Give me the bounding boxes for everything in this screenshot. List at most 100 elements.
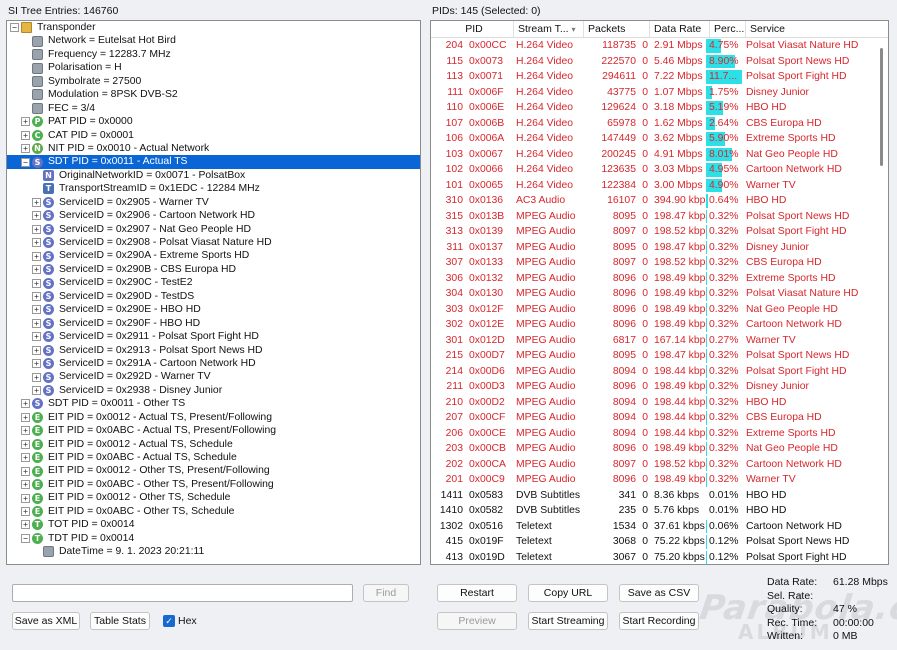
tree-node[interactable]: FEC = 3/4 xyxy=(7,102,420,115)
table-row[interactable]: 1302 0x0516 Teletext 1534 0 37.61 kbps 0.06% Ca… xyxy=(431,519,888,535)
tree-node[interactable]: + E EIT PID = 0x0ABC - Actual TS, Present/… xyxy=(7,424,420,437)
table-row[interactable]: 101 0x0065 H.264 Video 122384 0 3.00 Mbps 4.90… xyxy=(431,178,888,194)
tree-node[interactable]: + S ServiceID = 0x292D - Warner TV xyxy=(7,370,420,383)
expand-toggle-icon[interactable]: + xyxy=(32,251,41,261)
tree-node[interactable]: + N NIT PID = 0x0010 - Actual Network xyxy=(7,142,420,155)
table-row[interactable]: 103 0x0067 H.264 Video 200245 0 4.91 Mbps 8.01… xyxy=(431,147,888,163)
expand-toggle-icon[interactable]: + xyxy=(32,238,41,248)
table-scrollbar[interactable] xyxy=(880,48,883,166)
expand-toggle-icon[interactable]: + xyxy=(32,265,41,275)
tree-node[interactable]: Network = Eutelsat Hot Bird xyxy=(7,34,420,47)
save-csv-button[interactable]: Save as CSV xyxy=(619,584,699,602)
hex-checkbox[interactable]: ✓ xyxy=(163,615,175,627)
expand-toggle-icon[interactable]: + xyxy=(21,117,30,127)
tree-node[interactable]: DateTime = 9. 1. 2023 20:21:11 xyxy=(7,545,420,558)
expand-toggle-icon[interactable]: + xyxy=(21,480,30,490)
expand-toggle-icon[interactable]: + xyxy=(21,453,30,463)
expand-toggle-icon[interactable]: + xyxy=(21,412,30,422)
table-row[interactable]: 206 0x00CE MPEG Audio 8094 0 198.44 kbps 0.32%… xyxy=(431,426,888,442)
expand-toggle-icon[interactable]: + xyxy=(32,291,41,301)
tree-node[interactable]: + S ServiceID = 0x290C - TestE2 xyxy=(7,276,420,289)
tree-node[interactable]: + S ServiceID = 0x290F - HBO HD xyxy=(7,317,420,330)
table-row[interactable]: 307 0x0133 MPEG Audio 8097 0 198.52 kbps 0.32%… xyxy=(431,255,888,271)
tree-node[interactable]: + E EIT PID = 0x0012 - Actual TS, Schedule xyxy=(7,438,420,451)
expand-toggle-icon[interactable]: + xyxy=(32,372,41,382)
tree-node[interactable]: + S ServiceID = 0x290B - CBS Europa HD xyxy=(7,263,420,276)
expand-toggle-icon[interactable]: + xyxy=(32,359,41,369)
start-streaming-button[interactable]: Start Streaming xyxy=(528,612,608,630)
expand-toggle-icon[interactable]: + xyxy=(32,305,41,315)
tree-node[interactable]: + S ServiceID = 0x2905 - Warner TV xyxy=(7,196,420,209)
col-service[interactable]: Service xyxy=(746,21,888,37)
expand-toggle-icon[interactable]: + xyxy=(21,466,30,476)
table-row[interactable]: 311 0x0137 MPEG Audio 8095 0 198.47 kbps 0.32%… xyxy=(431,240,888,256)
tree-node[interactable]: Polarisation = H xyxy=(7,61,420,74)
table-row[interactable]: 202 0x00CA MPEG Audio 8097 0 198.52 kbps 0.32%… xyxy=(431,457,888,473)
table-row[interactable]: 214 0x00D6 MPEG Audio 8094 0 198.44 kbps 0.32%… xyxy=(431,364,888,380)
tree-node[interactable]: + E EIT PID = 0x0ABC - Actual TS, Schedule xyxy=(7,451,420,464)
tree-node[interactable]: + E EIT PID = 0x0012 - Other TS, Schedule xyxy=(7,491,420,504)
preview-button[interactable]: Preview xyxy=(437,612,517,630)
tree-node[interactable]: + S ServiceID = 0x290A - Extreme Sports HD xyxy=(7,249,420,262)
tree-node[interactable]: − Transponder xyxy=(7,21,420,34)
tree-node[interactable]: − S SDT PID = 0x0011 - Actual TS xyxy=(7,155,420,169)
table-row[interactable]: 211 0x00D3 MPEG Audio 8096 0 198.49 kbps 0.32%… xyxy=(431,379,888,395)
tree-node[interactable]: + E EIT PID = 0x0ABC - Other TS, Schedule xyxy=(7,505,420,518)
table-row[interactable]: 415 0x019F Teletext 3068 0 75.22 kbps 0.12% Pol… xyxy=(431,534,888,550)
expand-toggle-icon[interactable]: + xyxy=(32,386,41,396)
tree-node[interactable]: N OriginalNetworkID = 0x0071 - PolsatBox xyxy=(7,169,420,182)
table-stats-button[interactable]: Table Stats xyxy=(90,612,150,630)
start-recording-button[interactable]: Start Recording xyxy=(619,612,699,630)
table-row[interactable]: 1411 0x0583 DVB Subtitles 341 0 8.36 kbps 0.01… xyxy=(431,488,888,504)
expand-toggle-icon[interactable]: + xyxy=(32,197,41,207)
tree-node[interactable]: + E EIT PID = 0x0012 - Actual TS, Present/… xyxy=(7,411,420,424)
col-data-rate[interactable]: Data Rate xyxy=(650,21,710,37)
collapse-toggle-icon[interactable]: − xyxy=(21,157,30,167)
tree-node[interactable]: + S ServiceID = 0x291A - Cartoon Network H… xyxy=(7,357,420,370)
tree-node[interactable]: Symbolrate = 27500 xyxy=(7,75,420,88)
tree-node[interactable]: − T TDT PID = 0x0014 xyxy=(7,532,420,545)
col-pid[interactable]: PID xyxy=(431,21,514,37)
table-row[interactable]: 110 0x006E H.264 Video 129624 0 3.18 Mbps 5.19… xyxy=(431,100,888,116)
copy-url-button[interactable]: Copy URL xyxy=(528,584,608,602)
col-packets[interactable]: Packets xyxy=(584,21,650,37)
tree-node[interactable]: + C CAT PID = 0x0001 xyxy=(7,129,420,142)
tree-node[interactable]: + S ServiceID = 0x2907 - Nat Geo People HD xyxy=(7,223,420,236)
search-input[interactable] xyxy=(12,584,353,602)
table-row[interactable]: 107 0x006B H.264 Video 65978 0 1.62 Mbps 2.64%… xyxy=(431,116,888,132)
table-row[interactable]: 301 0x012D MPEG Audio 6817 0 167.14 kbps 0.27%… xyxy=(431,333,888,349)
table-row[interactable]: 204 0x00CC H.264 Video 118735 0 2.91 Mbps 4.75… xyxy=(431,38,888,54)
expand-toggle-icon[interactable]: + xyxy=(32,318,41,328)
table-row[interactable]: 201 0x00C9 MPEG Audio 8096 0 198.49 kbps 0.32%… xyxy=(431,472,888,488)
expand-toggle-icon[interactable]: + xyxy=(21,439,30,449)
collapse-toggle-icon[interactable]: − xyxy=(10,23,19,33)
restart-button[interactable]: Restart xyxy=(437,584,517,602)
tree-node[interactable]: + E EIT PID = 0x0012 - Other TS, Present/F… xyxy=(7,464,420,477)
tree-node[interactable]: + T TOT PID = 0x0014 xyxy=(7,518,420,531)
expand-toggle-icon[interactable]: + xyxy=(21,130,30,140)
table-row[interactable]: 304 0x0130 MPEG Audio 8096 0 198.49 kbps 0.32%… xyxy=(431,286,888,302)
table-row[interactable]: 1410 0x0582 DVB Subtitles 235 0 5.76 kbps 0.01… xyxy=(431,503,888,519)
tree-node[interactable]: + S ServiceID = 0x290D - TestDS xyxy=(7,290,420,303)
table-row[interactable]: 313 0x0139 MPEG Audio 8097 0 198.52 kbps 0.32%… xyxy=(431,224,888,240)
table-row[interactable]: 413 0x019D Teletext 3067 0 75.20 kbps 0.12% Pol… xyxy=(431,550,888,564)
expand-toggle-icon[interactable]: + xyxy=(32,345,41,355)
tree-node[interactable]: + S SDT PID = 0x0011 - Other TS xyxy=(7,397,420,410)
table-row[interactable]: 106 0x006A H.264 Video 147449 0 3.62 Mbps 5.90… xyxy=(431,131,888,147)
tree-node[interactable]: + P PAT PID = 0x0000 xyxy=(7,115,420,128)
expand-toggle-icon[interactable]: + xyxy=(21,493,30,503)
tree-node[interactable]: + S ServiceID = 0x2938 - Disney Junior xyxy=(7,384,420,397)
expand-toggle-icon[interactable]: + xyxy=(32,332,41,342)
pid-table[interactable]: PID Stream T... ▾ Packets Data Rate Perc… xyxy=(430,20,889,565)
col-percent[interactable]: Perc... xyxy=(710,21,746,37)
tree-node[interactable]: Frequency = 12283.7 MHz xyxy=(7,48,420,61)
table-row[interactable]: 111 0x006F H.264 Video 43775 0 1.07 Mbps 1.75%… xyxy=(431,85,888,101)
table-row[interactable]: 115 0x0073 H.264 Video 222570 0 5.46 Mbps 8.90… xyxy=(431,54,888,70)
tree-node[interactable]: + S ServiceID = 0x290E - HBO HD xyxy=(7,303,420,316)
expand-toggle-icon[interactable]: + xyxy=(21,144,30,154)
table-row[interactable]: 303 0x012F MPEG Audio 8096 0 198.49 kbps 0.32%… xyxy=(431,302,888,318)
expand-toggle-icon[interactable]: + xyxy=(32,224,41,234)
table-row[interactable]: 113 0x0071 H.264 Video 294611 0 7.22 Mbps 11.7… xyxy=(431,69,888,85)
tree-node[interactable]: T TransportStreamID = 0x1EDC - 12284 MHz xyxy=(7,182,420,195)
tree-node[interactable]: + S ServiceID = 0x2908 - Polsat Viasat Nat… xyxy=(7,236,420,249)
